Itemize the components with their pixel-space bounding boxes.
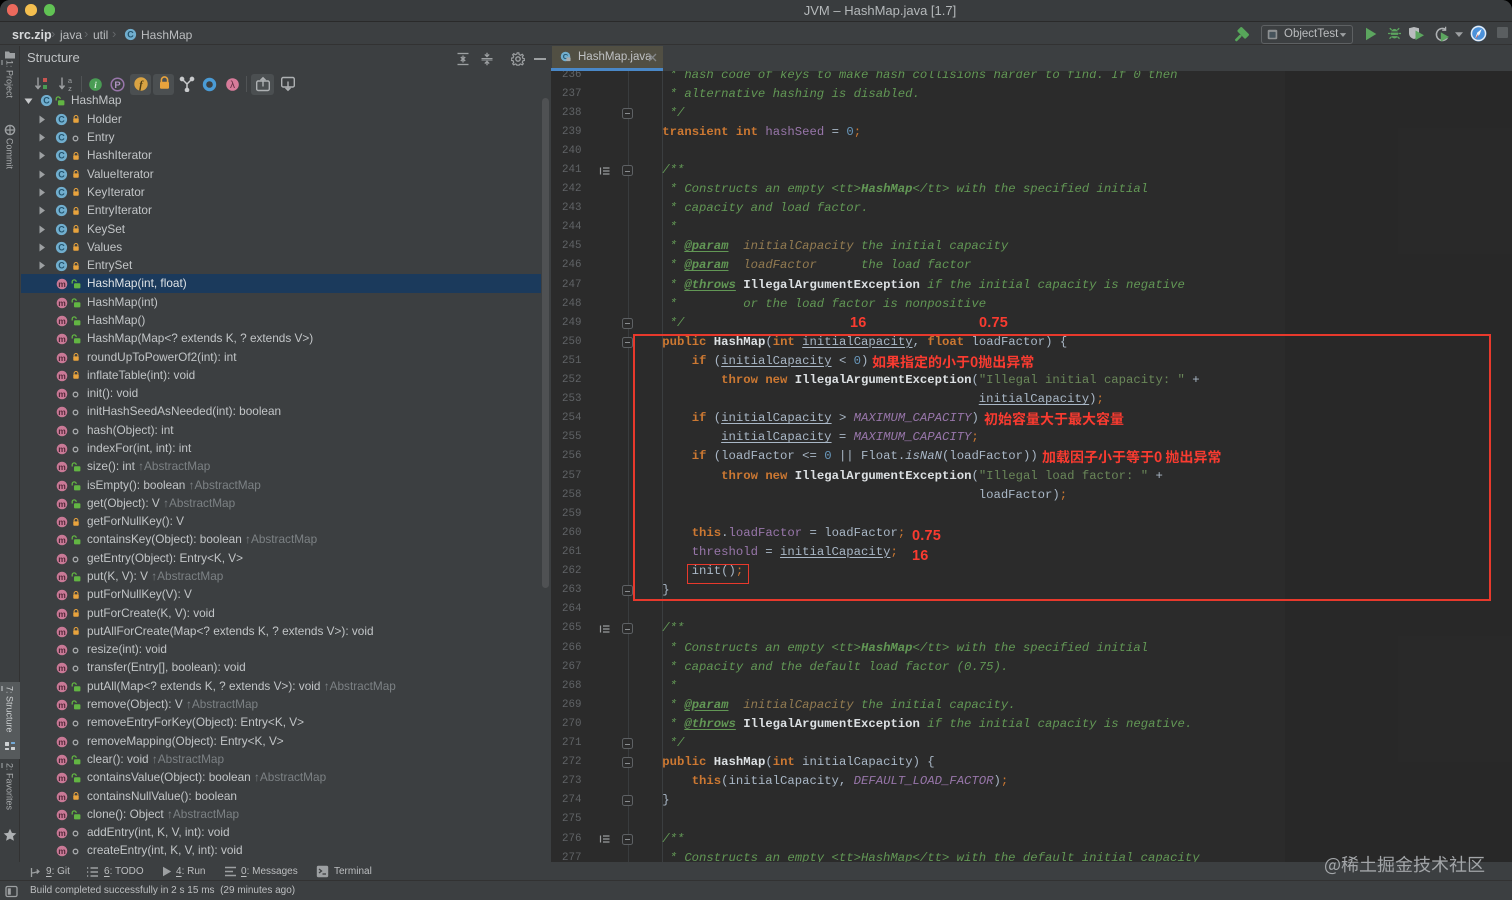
- svg-text:m: m: [58, 682, 66, 692]
- svg-text:m: m: [58, 663, 66, 673]
- svg-text:C: C: [58, 187, 65, 197]
- svg-text:m: m: [58, 499, 66, 509]
- svg-text:m: m: [58, 609, 66, 619]
- svg-text:m: m: [58, 645, 66, 655]
- svg-text:C: C: [58, 151, 65, 161]
- svg-text:m: m: [58, 572, 66, 582]
- svg-text:C: C: [58, 114, 65, 124]
- svg-text:m: m: [58, 353, 66, 363]
- svg-text:P: P: [114, 80, 121, 91]
- svg-text:m: m: [58, 444, 66, 454]
- svg-text:m: m: [58, 481, 66, 491]
- svg-text:m: m: [58, 407, 66, 417]
- svg-text:m: m: [58, 462, 66, 472]
- svg-text:m: m: [58, 517, 66, 527]
- svg-text:m: m: [58, 371, 66, 381]
- svg-text:C: C: [58, 261, 65, 271]
- svg-text:C: C: [58, 224, 65, 234]
- svg-text:m: m: [58, 554, 66, 564]
- svg-text:m: m: [58, 792, 66, 802]
- svg-text:m: m: [58, 535, 66, 545]
- svg-text:m: m: [58, 773, 66, 783]
- svg-text:m: m: [58, 590, 66, 600]
- svg-text:m: m: [58, 737, 66, 747]
- svg-text:λ: λ: [230, 80, 235, 91]
- svg-text:m: m: [58, 426, 66, 436]
- svg-text:C: C: [58, 169, 65, 179]
- svg-text:C: C: [43, 96, 50, 106]
- svg-text:C: C: [127, 29, 134, 39]
- svg-text:m: m: [58, 846, 66, 856]
- svg-text:z: z: [68, 84, 72, 92]
- svg-text:m: m: [58, 279, 66, 289]
- svg-text:m: m: [58, 316, 66, 326]
- svg-text:m: m: [58, 298, 66, 308]
- svg-text:m: m: [58, 828, 66, 838]
- svg-text:C: C: [58, 133, 65, 143]
- svg-text:C: C: [58, 206, 65, 216]
- svg-text:m: m: [58, 755, 66, 765]
- svg-text:m: m: [58, 627, 66, 637]
- svg-text:m: m: [58, 700, 66, 710]
- svg-text:m: m: [58, 389, 66, 399]
- svg-text:m: m: [58, 718, 66, 728]
- svg-text:m: m: [58, 810, 66, 820]
- svg-text:C: C: [58, 242, 65, 252]
- svg-text:m: m: [58, 334, 66, 344]
